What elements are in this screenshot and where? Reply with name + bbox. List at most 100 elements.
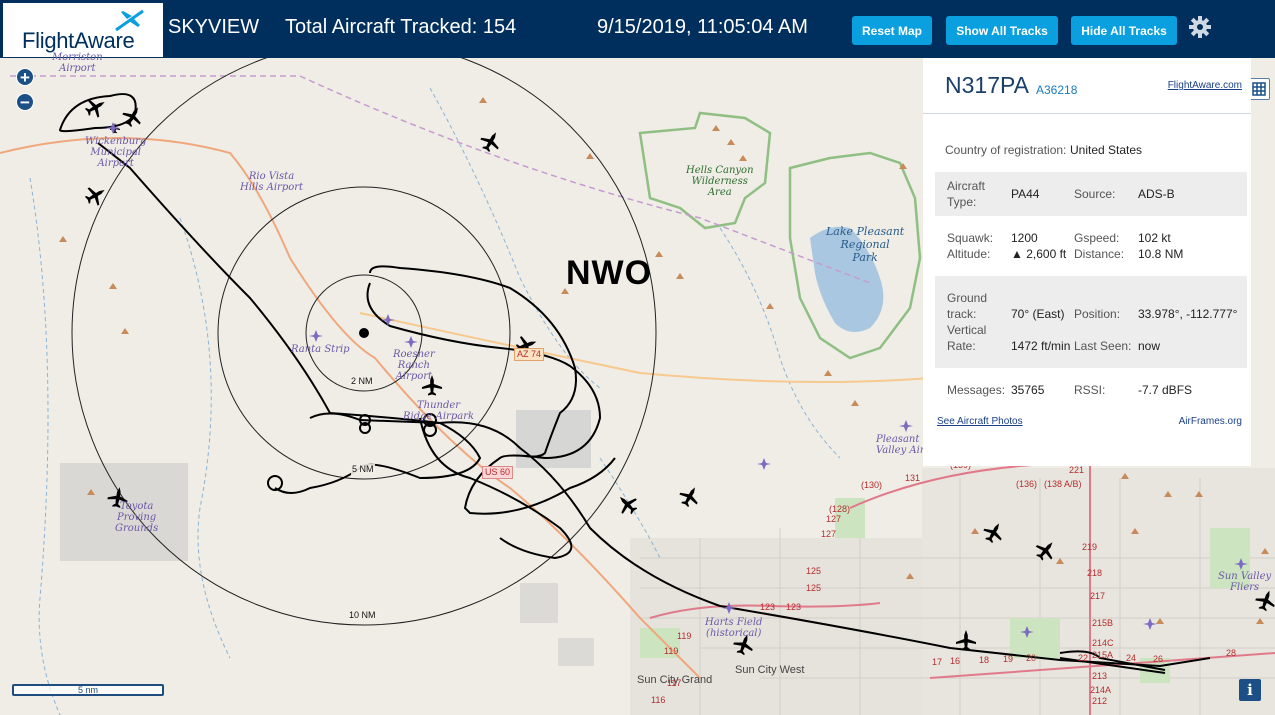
road-label: 16	[950, 656, 961, 666]
road-label: 24	[1126, 653, 1137, 663]
road-label: 215A	[1092, 650, 1114, 660]
source-label: Source:	[1074, 187, 1116, 201]
airport-label: Rio Vista Hills Airport	[240, 171, 304, 193]
rssi-value: -7.7 dBFS	[1138, 383, 1193, 397]
aircraft-icon[interactable]	[81, 93, 110, 121]
ring-label-10nm: 10 NM	[348, 610, 377, 621]
squawk-value: 1200	[1011, 231, 1038, 245]
aircraft-photos-link[interactable]: See Aircraft Photos	[937, 416, 1023, 427]
airport-label: Thunder Ridge Airpark	[403, 400, 475, 422]
road-label: 218	[1087, 568, 1103, 578]
road-label: 116	[651, 695, 666, 705]
road-label: 212	[1092, 696, 1108, 706]
flightaware-link[interactable]: FlightAware.com	[1168, 80, 1242, 91]
aircraft-icon[interactable]	[612, 489, 642, 519]
road-label: 127	[826, 514, 842, 524]
airport-label: Morriston Airport	[52, 52, 103, 74]
last-seen-value: now	[1138, 339, 1161, 353]
show-all-tracks-button[interactable]: Show All Tracks	[946, 16, 1058, 45]
position-label: Position:	[1074, 307, 1121, 321]
aircraft-icon[interactable]	[956, 630, 976, 651]
track-rate-row: Ground track: 70° (East) Position: 33.97…	[935, 276, 1247, 368]
grid-toggle-button[interactable]	[1248, 78, 1270, 100]
ground-track-value: 70° (East)	[1011, 307, 1065, 321]
aircraft-tail-number: N317PA	[945, 72, 1029, 98]
messages-value: 35765	[1011, 383, 1045, 397]
hide-all-tracks-button[interactable]: Hide All Tracks	[1071, 16, 1177, 45]
road-label: 214C	[1092, 638, 1114, 648]
altitude-value: ▲ 2,600 ft	[1011, 247, 1067, 261]
airport-label: Harts Field (historical)	[705, 617, 763, 639]
country-value: United States	[1070, 143, 1143, 157]
town-label: Sun City West	[735, 664, 805, 676]
road-label: 18	[979, 655, 990, 665]
area-label: Hells Canyon Wilderness Area	[686, 165, 754, 198]
road-label: 117	[667, 678, 682, 688]
current-datetime: 9/15/2019, 11:05:04 AM	[597, 16, 808, 38]
aircraft-icon[interactable]	[1031, 535, 1061, 565]
app-name: SKYVIEW	[168, 16, 260, 38]
road-shield: AZ 74	[514, 348, 545, 361]
country-label: Country of registration:	[945, 143, 1067, 157]
gspeed-label: Gspeed:	[1074, 231, 1120, 245]
aircraft-icon[interactable]	[81, 181, 110, 209]
flightaware-logo[interactable]: FlightAware	[3, 3, 163, 57]
rssi-label: RSSI:	[1074, 383, 1106, 397]
top-bar: FlightAware SKYVIEW Total Aircraft Track…	[0, 0, 1275, 58]
road-label: 221	[1069, 465, 1085, 475]
aircraft-icon[interactable]	[477, 127, 505, 156]
distance-label: Distance:	[1074, 247, 1125, 261]
aircraft-type-label: Aircraft Type:	[947, 179, 986, 209]
road-shield: US 60	[482, 466, 514, 479]
airport-label: Toyota Proving Grounds	[115, 501, 159, 534]
area-label: Lake Pleasant Regional Park	[826, 225, 905, 264]
road-label: 219	[1082, 542, 1098, 552]
ground-track-label: Ground track:	[947, 291, 988, 321]
road-label: 123	[760, 602, 776, 612]
airport-label: Roesner Ranch Airport	[393, 349, 435, 382]
ring-label-2nm: 2 NM	[350, 376, 374, 387]
road-label: (138 A/B)	[1044, 479, 1082, 489]
road-label: 26	[1153, 654, 1164, 664]
aircraft-icon[interactable]	[980, 518, 1008, 547]
aircraft-type-value: PA44	[1011, 187, 1040, 201]
country-row: Country of registration: United States	[935, 142, 1247, 160]
messages-row: Messages: 35765 RSSI: -7.7 dBFS	[935, 382, 1247, 400]
panel-header: N317PA A36218 FlightAware.com	[923, 58, 1251, 114]
info-button[interactable]: i	[1239, 679, 1261, 701]
aircraft-icon[interactable]	[119, 102, 147, 131]
airport-label: Sun Valley Fliers	[1218, 571, 1272, 593]
squawk-altitude-row: Squawk: 1200 Gspeed: 102 kt Altitude: ▲ …	[935, 230, 1247, 264]
gear-icon[interactable]	[1188, 15, 1212, 39]
distance-value: 10.8 NM	[1138, 247, 1184, 261]
scale-bar: 5 nm	[12, 684, 164, 696]
squawk-label: Squawk:	[947, 231, 994, 245]
airframes-link[interactable]: AirFrames.org	[1179, 416, 1242, 427]
road-label: 213	[1092, 671, 1108, 681]
aircraft-type-row: Aircraft Type: PA44 Source: ADS-B	[935, 172, 1247, 216]
road-label: 17	[932, 657, 943, 667]
skyview-app: FlightAware SKYVIEW Total Aircraft Track…	[0, 0, 1275, 715]
station-label: NWO	[566, 254, 653, 292]
aircraft-hex-id[interactable]: A36218	[1036, 83, 1077, 97]
road-label: 217	[1090, 591, 1106, 601]
aircraft-info-panel: N317PA A36218 FlightAware.com Country of…	[923, 58, 1251, 466]
road-label: 214A	[1090, 685, 1112, 695]
ring-label-5nm: 5 NM	[351, 464, 375, 475]
aircraft-icon[interactable]	[676, 482, 704, 511]
road-label: 119	[677, 631, 692, 641]
road-label: 19	[1003, 654, 1014, 664]
reset-map-button[interactable]: Reset Map	[852, 16, 932, 45]
road-label: 22	[1078, 653, 1089, 663]
total-aircraft-tracked: Total Aircraft Tracked: 154	[285, 16, 517, 38]
road-label: 28	[1226, 648, 1237, 658]
airport-label: Wickenburg Municipal Airport	[85, 136, 147, 169]
zoom-in-button[interactable]: +	[16, 68, 34, 86]
zoom-out-button[interactable]: −	[16, 93, 34, 111]
altitude-label: Altitude:	[947, 247, 991, 261]
road-label: 131	[905, 473, 921, 483]
road-label: 123	[786, 602, 802, 612]
airport-label: Ranta Strip	[291, 344, 350, 355]
logo-text: FlightAware	[22, 28, 135, 53]
position-value: 33.978°, -112.777°	[1138, 307, 1238, 321]
